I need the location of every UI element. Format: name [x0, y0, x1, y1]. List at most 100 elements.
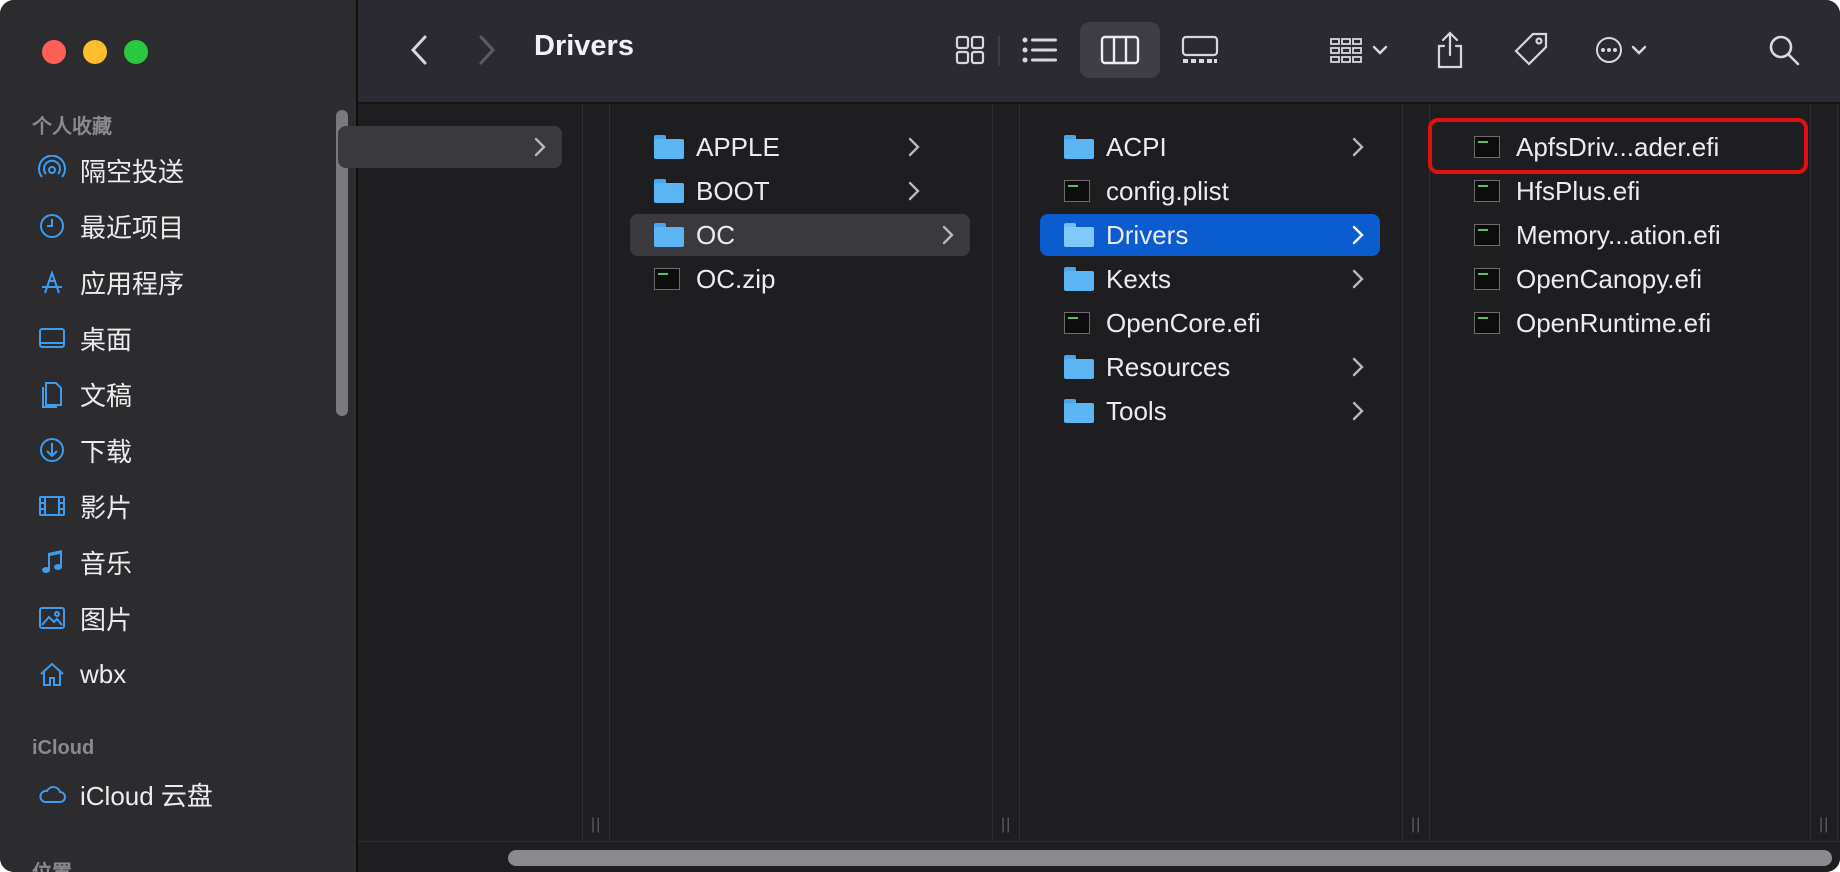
list-item-opencore-efi[interactable]: OpenCore.efi	[1040, 302, 1380, 344]
column-resize-handle[interactable]: ||	[1810, 104, 1838, 842]
chevron-right-icon	[1352, 357, 1364, 377]
sidebar-item-music[interactable]: 音乐	[36, 542, 132, 582]
sidebar-item-label: 最近项目	[80, 212, 185, 243]
column-2: APPLE BOOT OC OC.zip	[610, 104, 970, 842]
icloud-header: iCloud	[32, 737, 95, 759]
chevron-right-icon	[1352, 225, 1364, 245]
column-1	[338, 104, 582, 842]
item-label: BOOT	[696, 175, 770, 206]
item-label: Tools	[1106, 395, 1167, 426]
more-actions-button[interactable]	[1584, 22, 1658, 78]
list-item-config-plist[interactable]: config.plist	[1040, 170, 1380, 212]
item-label: OpenCore.efi	[1106, 307, 1261, 338]
file-icon	[1474, 178, 1504, 204]
finder-window: 个人收藏 隔空投送 最近项目 应用程序 桌面 文稿 下载 影片 音乐 图片 wb…	[0, 0, 1840, 872]
item-label: ACPI	[1106, 131, 1167, 162]
share-button[interactable]	[1428, 22, 1472, 78]
tag-button[interactable]	[1506, 22, 1556, 78]
sidebar-item-icloud-drive[interactable]: iCloud 云盘	[36, 774, 213, 814]
home-icon	[36, 658, 68, 690]
sidebar-item-applications[interactable]: 应用程序	[36, 262, 184, 302]
folder-icon	[1064, 354, 1094, 380]
item-label: Resources	[1106, 351, 1231, 382]
sidebar-item-airdrop[interactable]: 隔空投送	[36, 150, 184, 190]
search-icon	[1769, 35, 1800, 66]
sidebar-item-label: 影片	[80, 492, 133, 523]
list-item-memory-efi[interactable]: Memory...ation.efi	[1450, 214, 1770, 256]
sidebar-item-label: 应用程序	[80, 268, 185, 299]
close-button[interactable]	[42, 40, 66, 64]
window-title: Drivers	[534, 30, 634, 62]
group-button[interactable]	[1320, 22, 1398, 78]
sidebar-item-recents[interactable]: 最近项目	[36, 206, 184, 246]
sidebar-item-movies[interactable]: 影片	[36, 486, 132, 526]
item-label: Memory...ation.efi	[1516, 219, 1721, 250]
favorites-header: 个人收藏	[32, 116, 112, 138]
zoom-button[interactable]	[124, 40, 148, 64]
file-icon	[654, 266, 684, 292]
ellipsis-circle-icon	[1596, 37, 1622, 63]
pictures-icon	[36, 602, 68, 634]
list-item-hfsplus-efi[interactable]: HfsPlus.efi	[1450, 170, 1770, 212]
search-button[interactable]	[1762, 22, 1806, 78]
sidebar-item-downloads[interactable]: 下载	[36, 430, 132, 470]
folder-icon	[1064, 134, 1094, 160]
column-resize-handle[interactable]: ||	[582, 104, 610, 842]
list-item-drivers[interactable]: Drivers	[1040, 214, 1380, 256]
back-button[interactable]	[400, 22, 440, 78]
chevron-right-icon	[1352, 137, 1364, 157]
sidebar-item-label: 下载	[80, 436, 133, 467]
clock-icon	[36, 210, 68, 242]
sidebar-item-label: 桌面	[80, 324, 133, 355]
forward-button[interactable]	[466, 22, 506, 78]
sidebar-item-home[interactable]: wbx	[36, 654, 126, 694]
list-item-kexts[interactable]: Kexts	[1040, 258, 1380, 300]
list-item-opencanopy-efi[interactable]: OpenCanopy.efi	[1450, 258, 1770, 300]
file-icon	[1474, 222, 1504, 248]
list-item-apple[interactable]: APPLE	[630, 126, 936, 168]
airdrop-icon	[36, 154, 68, 186]
list-item-oc[interactable]: OC	[630, 214, 970, 256]
sidebar-item-documents[interactable]: 文稿	[36, 374, 132, 414]
chevron-right-icon	[908, 137, 920, 157]
movies-icon	[36, 490, 68, 522]
sidebar-item-desktop[interactable]: 桌面	[36, 318, 132, 358]
chevron-right-icon	[479, 35, 496, 65]
sidebar-item-label: 音乐	[80, 548, 133, 579]
icon-view-button[interactable]	[942, 22, 998, 78]
column-browser: || APPLE BOOT OC OC.zip || ACPI config.p…	[338, 104, 1840, 872]
list-item-oc-zip[interactable]: OC.zip	[630, 258, 936, 300]
scrollbar-thumb[interactable]	[508, 850, 1832, 866]
list-item[interactable]	[338, 126, 562, 168]
desktop-icon	[36, 322, 68, 354]
columns-icon	[1100, 35, 1140, 65]
sidebar-item-label: iCloud 云盘	[80, 780, 213, 811]
column-resize-handle[interactable]: ||	[992, 104, 1020, 842]
item-label: Drivers	[1106, 219, 1189, 250]
sidebar-item-label: wbx	[80, 658, 127, 689]
documents-icon	[36, 378, 68, 410]
list-item-boot[interactable]: BOOT	[630, 170, 936, 212]
locations-header: 位置	[32, 856, 72, 872]
list-item-openruntime-efi[interactable]: OpenRuntime.efi	[1450, 302, 1770, 344]
column-view-button[interactable]	[1080, 22, 1160, 78]
column-resize-handle[interactable]: ||	[1402, 104, 1430, 842]
chevron-left-icon	[410, 35, 427, 65]
sidebar-item-pictures[interactable]: 图片	[36, 598, 132, 638]
list-item-acpi[interactable]: ACPI	[1040, 126, 1380, 168]
column-3: ACPI config.plist Drivers Kexts OpenCore…	[1020, 104, 1380, 842]
list-item-tools[interactable]: Tools	[1040, 390, 1380, 432]
horizontal-scrollbar[interactable]	[358, 841, 1840, 872]
chevron-right-icon	[1352, 401, 1364, 421]
file-icon	[1474, 310, 1504, 336]
gallery-view-button[interactable]	[1170, 22, 1230, 78]
minimize-button[interactable]	[83, 40, 107, 64]
cloud-icon	[36, 778, 68, 810]
item-label: OpenCanopy.efi	[1516, 263, 1702, 294]
applications-icon	[36, 266, 68, 298]
column-4: ApfsDriv...ader.efi HfsPlus.efi Memory..…	[1430, 104, 1830, 842]
list-item-resources[interactable]: Resources	[1040, 346, 1380, 388]
toolbar: Drivers	[358, 0, 1840, 104]
tag-icon	[1514, 32, 1548, 66]
list-view-button[interactable]	[1012, 22, 1068, 78]
